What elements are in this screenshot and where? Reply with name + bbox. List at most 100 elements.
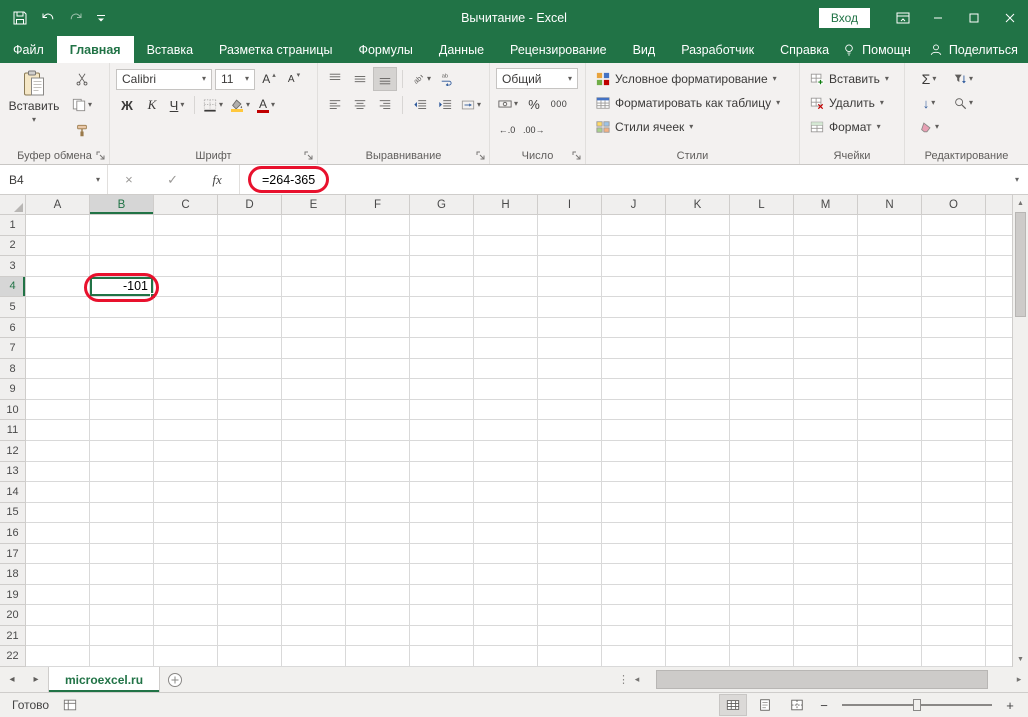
cell-E9[interactable] [282,379,346,400]
cell-N10[interactable] [858,400,922,421]
cell-O14[interactable] [922,482,986,503]
cell-I2[interactable] [538,236,602,257]
zoom-out-button[interactable]: − [816,698,832,713]
cell-L21[interactable] [730,626,794,647]
cell-F6[interactable] [346,318,410,339]
cell-O11[interactable] [922,420,986,441]
cell-H18[interactable] [474,564,538,585]
cell-M3[interactable] [794,256,858,277]
cell-E11[interactable] [282,420,346,441]
cell-N14[interactable] [858,482,922,503]
cut-button[interactable] [70,68,94,90]
cell-G8[interactable] [410,359,474,380]
cell-M8[interactable] [794,359,858,380]
cell-J8[interactable] [602,359,666,380]
cell-J19[interactable] [602,585,666,606]
increase-font-size-button[interactable]: А▴ [258,68,280,90]
cell-H2[interactable] [474,236,538,257]
align-top-button[interactable] [324,68,346,90]
cell-H7[interactable] [474,338,538,359]
cell-L20[interactable] [730,605,794,626]
cell-G21[interactable] [410,626,474,647]
cell-J17[interactable] [602,544,666,565]
cell-H19[interactable] [474,585,538,606]
cell-C9[interactable] [154,379,218,400]
cell-D8[interactable] [218,359,282,380]
cell-D3[interactable] [218,256,282,277]
cell-G7[interactable] [410,338,474,359]
autosum-button[interactable]: Σ▾ [917,68,941,90]
cell-K12[interactable] [666,441,730,462]
cell-A11[interactable] [26,420,90,441]
cell-A5[interactable] [26,297,90,318]
cell-C5[interactable] [154,297,218,318]
cell-F4[interactable] [346,277,410,298]
cell-D11[interactable] [218,420,282,441]
vertical-scroll-track[interactable] [1013,211,1028,651]
cell-O19[interactable] [922,585,986,606]
sign-in-button[interactable]: Вход [819,8,870,28]
cell-E10[interactable] [282,400,346,421]
cell-I6[interactable] [538,318,602,339]
cell-M15[interactable] [794,503,858,524]
cell-K19[interactable] [666,585,730,606]
align-bottom-button[interactable] [374,68,396,90]
cell-F21[interactable] [346,626,410,647]
cell-H17[interactable] [474,544,538,565]
sheet-tab-active[interactable]: microexcel.ru [48,667,160,692]
cell-I10[interactable] [538,400,602,421]
cell-C10[interactable] [154,400,218,421]
cell-A14[interactable] [26,482,90,503]
normal-view-button[interactable] [720,695,746,715]
number-dialog-launcher[interactable] [572,151,582,161]
cell-M11[interactable] [794,420,858,441]
format-painter-button[interactable] [70,120,94,142]
row-header-16[interactable]: 16 [0,523,26,544]
cell-G15[interactable] [410,503,474,524]
tab-developer[interactable]: Разработчик [668,36,767,63]
cell-C17[interactable] [154,544,218,565]
cell-O10[interactable] [922,400,986,421]
row-header-3[interactable]: 3 [0,256,26,277]
cell-N17[interactable] [858,544,922,565]
insert-function-button[interactable]: fx [212,172,221,188]
cell-I22[interactable] [538,646,602,667]
cell-H4[interactable] [474,277,538,298]
italic-button[interactable]: К [141,94,163,116]
save-icon[interactable] [12,10,28,26]
cell-E16[interactable] [282,523,346,544]
cell-E14[interactable] [282,482,346,503]
redo-icon[interactable] [68,10,84,26]
column-header-G[interactable]: G [410,195,474,215]
cell-H9[interactable] [474,379,538,400]
cell-H13[interactable] [474,462,538,483]
cell-C18[interactable] [154,564,218,585]
zoom-slider[interactable] [842,704,992,706]
cell-N12[interactable] [858,441,922,462]
cell-B19[interactable] [90,585,154,606]
cell-N11[interactable] [858,420,922,441]
row-header-18[interactable]: 18 [0,564,26,585]
cell-C11[interactable] [154,420,218,441]
cell-A12[interactable] [26,441,90,462]
cell-D13[interactable] [218,462,282,483]
cell-E1[interactable] [282,215,346,236]
tab-help[interactable]: Справка [767,36,842,63]
increase-decimal-button[interactable]: ←.0 [496,119,518,141]
cell-O20[interactable] [922,605,986,626]
cell-C19[interactable] [154,585,218,606]
hscroll-left-button[interactable]: ◂ [628,674,646,685]
cell-D17[interactable] [218,544,282,565]
cell-L9[interactable] [730,379,794,400]
cell-K9[interactable] [666,379,730,400]
minimize-button[interactable] [920,0,956,36]
tab-home[interactable]: Главная [57,36,134,63]
cell-E4[interactable] [282,277,346,298]
cell-B1[interactable] [90,215,154,236]
cell-L19[interactable] [730,585,794,606]
cell-A18[interactable] [26,564,90,585]
alignment-dialog-launcher[interactable] [476,151,486,161]
tab-scroll-splitter[interactable]: ⋮ [618,673,628,686]
cell-O3[interactable] [922,256,986,277]
cell-A3[interactable] [26,256,90,277]
